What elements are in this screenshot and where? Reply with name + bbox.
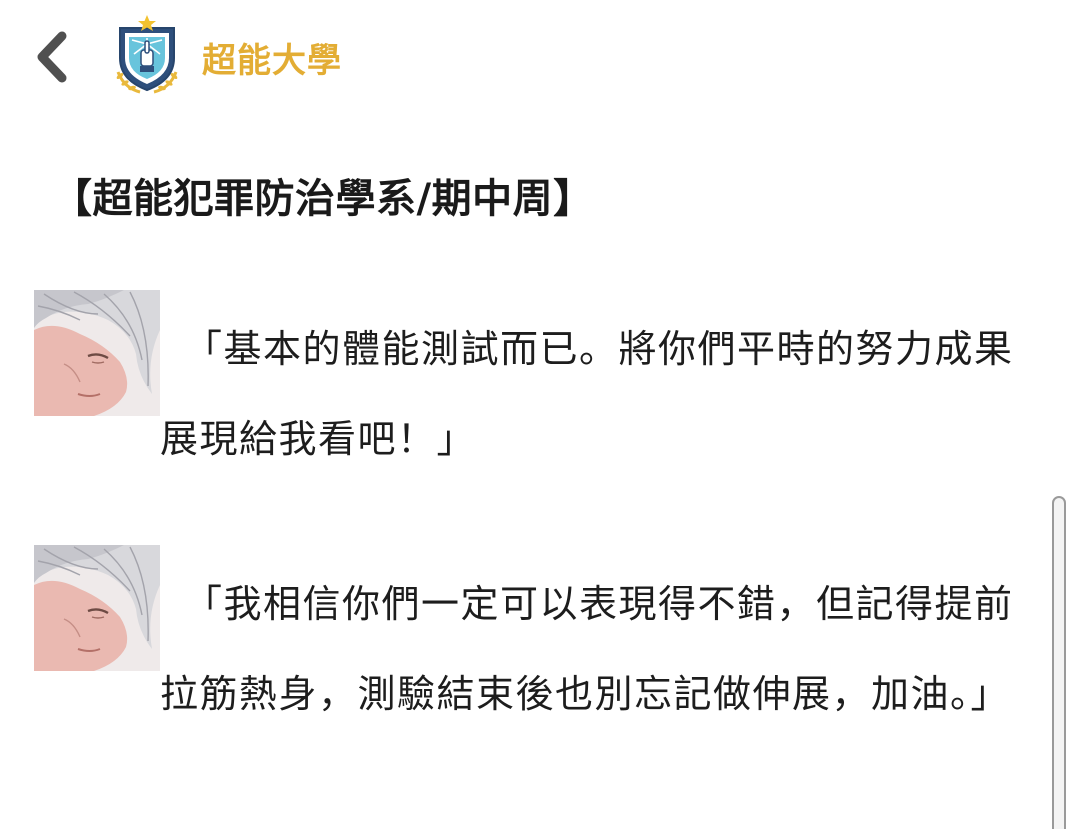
- post-title: 【超能犯罪防治學系/期中周】: [52, 176, 594, 222]
- top-bar: 超能大學: [0, 0, 1080, 110]
- back-button[interactable]: [26, 22, 82, 92]
- chevron-left-icon: [37, 31, 67, 83]
- post-page: 超能大學 【超能犯罪防治學系/期中周】 「基本的體能測試而已。將你們平時的努力成…: [0, 0, 1080, 829]
- app-name: 超能大學: [202, 41, 342, 81]
- university-logo: [110, 14, 184, 96]
- dialogue-block: 「基本的體能測試而已。將你們平時的努力成果展現給我看吧！」: [34, 288, 1034, 484]
- dialogue-text: 「我相信你們一定可以表現得不錯，但記得提前拉筋熱身，測驗結束後也別忘記做伸展，加…: [160, 582, 1014, 716]
- character-portrait-icon: [34, 545, 160, 671]
- dialogue-block: 「我相信你們一定可以表現得不錯，但記得提前拉筋熱身，測驗結束後也別忘記做伸展，加…: [34, 543, 1034, 739]
- dialogue-text: 「基本的體能測試而已。將你們平時的努力成果展現給我看吧！」: [160, 327, 1014, 461]
- character-avatar: [34, 290, 160, 416]
- shield-crest-icon: [116, 15, 178, 94]
- scrollbar[interactable]: [1052, 496, 1066, 829]
- character-avatar: [34, 545, 160, 671]
- character-portrait-icon: [34, 290, 160, 416]
